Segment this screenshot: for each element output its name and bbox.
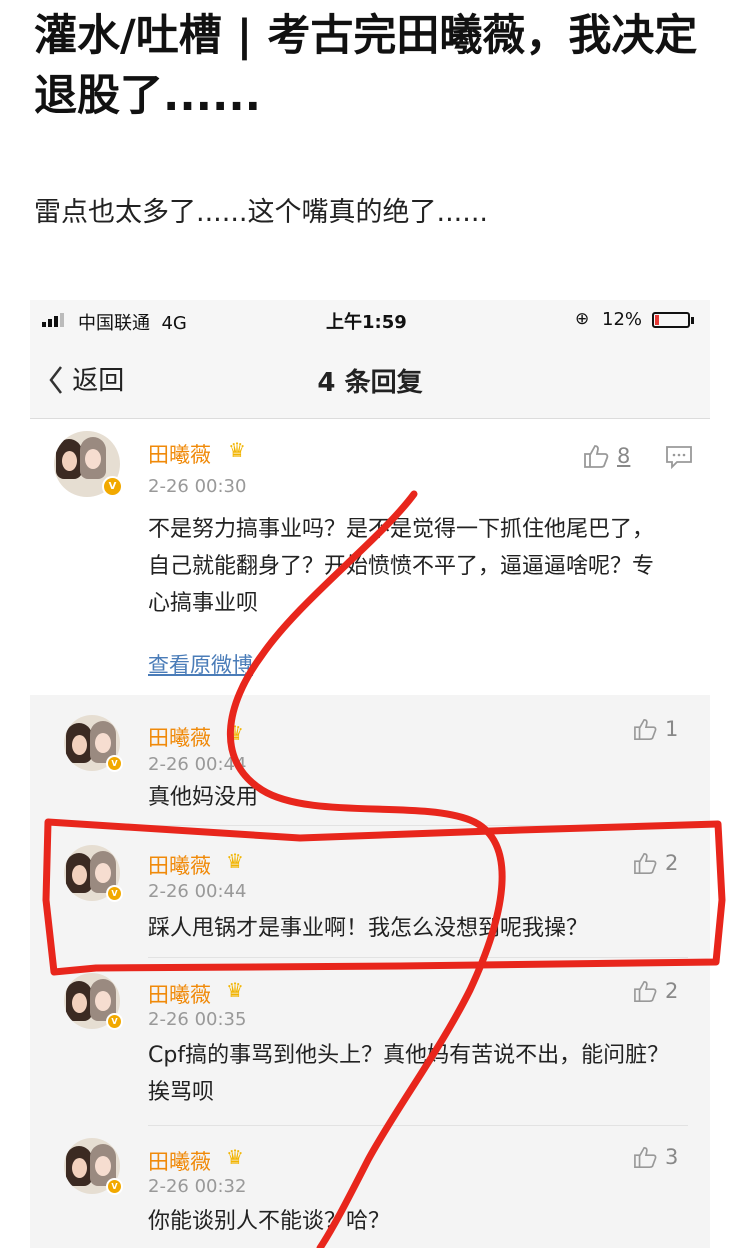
carrier-label: 中国联通 4G [78,313,187,334]
like-count: 3 [665,1145,679,1169]
navigation-bar: 返回 4 条回复 [30,342,710,419]
crown-icon: ♛ [226,721,244,745]
like-button[interactable]: 1 [633,717,678,741]
crown-icon: ♛ [226,978,244,1002]
reply-time: 2-26 00:44 [148,754,247,775]
reply-time: 2-26 00:35 [148,1009,247,1030]
like-count: 2 [665,979,679,1003]
username[interactable]: 田曦薇 [148,439,211,469]
like-button[interactable]: 3 [633,1145,678,1169]
comment-icon[interactable] [665,445,693,469]
divider [148,1125,688,1126]
like-count: 8 [617,444,631,468]
view-original-link[interactable]: 查看原微博 [148,649,253,679]
status-time: 上午1:59 [326,312,407,333]
crown-icon: ♛ [228,438,246,462]
username[interactable]: 田曦薇 [148,850,211,880]
verified-badge-icon: V [102,476,123,497]
battery-icon [652,312,690,328]
username[interactable]: 田曦薇 [148,979,211,1009]
like-count: 2 [665,851,679,875]
like-button[interactable]: 2 [633,851,678,875]
reply-text: 踩人甩锅才是事业啊！我怎么没想到呢我操？ [148,916,589,941]
username[interactable]: 田曦薇 [148,722,211,752]
like-count: 1 [665,717,679,741]
thumbs-up-icon [634,718,657,740]
article-title: 灌水/吐槽 | 考古完田曦薇，我决定退股了...... [34,11,698,121]
like-button[interactable]: 2 [633,979,678,1003]
like-button[interactable]: 8 [583,443,630,469]
reply-time: 2-26 00:32 [148,1176,247,1197]
comment-time: 2-26 00:30 [148,476,247,497]
verified-badge-icon: V [106,1178,123,1195]
thumbs-up-icon [634,980,657,1002]
crown-icon: ♛ [226,849,244,873]
page-title: 4 条回复 [317,368,423,398]
article-subtitle: 雷点也太多了......这个嘴真的绝了...... [34,197,488,228]
reply-text: 你能谈别人不能谈？哈？ [148,1209,391,1234]
battery-percent: 12% [602,309,643,330]
lock-rotation-icon: ⊕ [575,309,590,329]
verified-badge-icon: V [106,1013,123,1030]
username[interactable]: 田曦薇 [148,1146,211,1176]
reply-text: 真他妈没用 [148,785,259,810]
thumbs-up-icon [584,445,609,468]
divider [148,957,688,958]
verified-badge-icon: V [106,885,123,902]
reply-time: 2-26 00:44 [148,881,247,902]
thumbs-up-icon [634,852,657,874]
main-comment: V 田曦薇 ♛ 2-26 00:30 8 不是努力搞事业吗？是不是觉得一下抓住他… [30,419,710,695]
status-bar: 中国联通 4G 上午1:59 ⊕ 12% [30,300,710,342]
phone-screenshot: 中国联通 4G 上午1:59 ⊕ 12% 返回 4 条回复 V 田曦薇 ♛ 2-… [30,300,710,1248]
crown-icon: ♛ [226,1145,244,1169]
comment-text: 不是努力搞事业吗？是不是觉得一下抓住他尾巴了，自己就能翻身了？开始愤愤不平了，逼… [148,517,655,616]
reply-list: V 田曦薇 ♛ 2-26 00:44 1 真他妈没用 V 田曦薇 ♛ 2-26 … [30,695,710,1248]
signal-icon [42,313,64,327]
reply-text: Cpf搞的事骂到他头上？真他妈有苦说不出，能问脏？挨骂呗 [148,1043,670,1105]
thumbs-up-icon [634,1146,657,1168]
verified-badge-icon: V [106,755,123,772]
divider [148,825,688,826]
